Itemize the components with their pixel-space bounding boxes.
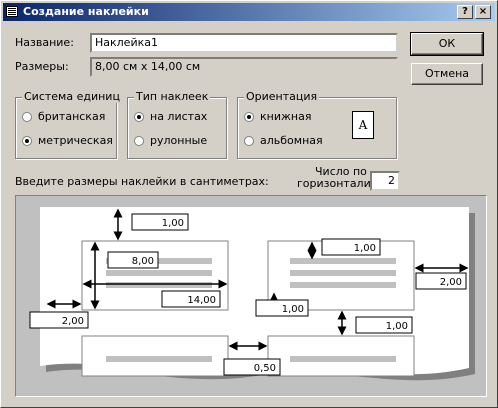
field-col-gap[interactable]: 0,50 xyxy=(223,358,281,376)
orientation-portrait-radio[interactable]: книжная xyxy=(244,110,311,123)
field-top-margin[interactable]: 1,00 xyxy=(131,213,189,231)
size-label: Размеры: xyxy=(15,60,69,73)
units-metric-radio[interactable]: метрическая xyxy=(22,134,113,147)
ok-button[interactable]: ОК xyxy=(410,32,484,56)
across-label-line2: горизонтали: xyxy=(297,177,375,190)
orientation-landscape-label: альбомная xyxy=(260,134,323,147)
radio-icon xyxy=(244,136,254,146)
inner-top-value: 1,00 xyxy=(354,243,376,254)
row-gap-value: 1,00 xyxy=(386,321,408,332)
type-sheets-radio[interactable]: на листах xyxy=(134,110,207,123)
name-label: Название: xyxy=(15,36,74,49)
field-label-height[interactable]: 8,00 xyxy=(107,251,159,269)
orientation-portrait-label: книжная xyxy=(260,110,312,123)
instruction-label: Введите размеры наклейки в сантиметрах: xyxy=(15,175,269,188)
across-count-input[interactable]: 2 xyxy=(370,171,400,191)
right-margin-value: 2,00 xyxy=(440,277,462,288)
units-metric-label: метрическая xyxy=(38,134,113,147)
title-bar: Создание наклейки ? × xyxy=(3,3,495,21)
type-roll-radio[interactable]: рулонные xyxy=(134,134,207,147)
size-readout: 8,00 см х 14,00 см xyxy=(90,57,398,77)
inner-bottom-value: 1,00 xyxy=(282,304,304,315)
window-title: Создание наклейки xyxy=(23,5,149,18)
orientation-group-title: Ориентация xyxy=(244,90,320,103)
page-portrait-icon: A xyxy=(352,111,374,139)
units-british-radio[interactable]: британская xyxy=(22,110,105,123)
orientation-group: Ориентация книжная альбомная A xyxy=(237,90,397,159)
orientation-landscape-radio[interactable]: альбомная xyxy=(244,134,323,147)
field-inner-top[interactable]: 1,00 xyxy=(321,238,381,256)
field-inner-bottom[interactable]: 1,00 xyxy=(255,299,309,317)
type-roll-label: рулонные xyxy=(150,134,208,147)
dialog-window: Создание наклейки ? × Название: Наклейка… xyxy=(0,0,498,408)
help-button[interactable]: ? xyxy=(457,5,473,19)
label-type-group-title: Тип наклеек xyxy=(134,90,211,103)
field-label-width[interactable]: 14,00 xyxy=(161,290,221,308)
name-input[interactable]: Наклейка1 xyxy=(90,33,398,53)
radio-selected-icon xyxy=(134,112,144,122)
cancel-button[interactable]: Отмена xyxy=(411,63,483,85)
left-margin-value: 2,00 xyxy=(62,316,84,327)
label-layout-preview: 1,00 8,00 14,00 2,00 1,00 2,00 1,00 1,00… xyxy=(15,195,487,397)
radio-selected-icon xyxy=(244,112,254,122)
units-british-label: британская xyxy=(38,110,106,123)
close-button[interactable]: × xyxy=(475,5,491,19)
app-icon xyxy=(6,6,18,17)
units-group-title: Система единиц xyxy=(22,90,122,103)
field-left-margin[interactable]: 2,00 xyxy=(29,311,89,329)
type-sheets-label: на листах xyxy=(150,110,208,123)
radio-icon xyxy=(22,112,32,122)
radio-selected-icon xyxy=(22,136,32,146)
units-group: Система единиц британская метрическая xyxy=(15,90,122,159)
label-height-value: 8,00 xyxy=(132,256,154,267)
label-width-value: 14,00 xyxy=(187,295,216,306)
label-type-group: Тип наклеек на листах рулонные xyxy=(127,90,227,159)
radio-icon xyxy=(134,136,144,146)
col-gap-value: 0,50 xyxy=(254,363,276,374)
field-row-gap[interactable]: 1,00 xyxy=(355,316,413,334)
field-right-margin[interactable]: 2,00 xyxy=(415,272,467,290)
top-margin-value: 1,00 xyxy=(162,218,184,229)
